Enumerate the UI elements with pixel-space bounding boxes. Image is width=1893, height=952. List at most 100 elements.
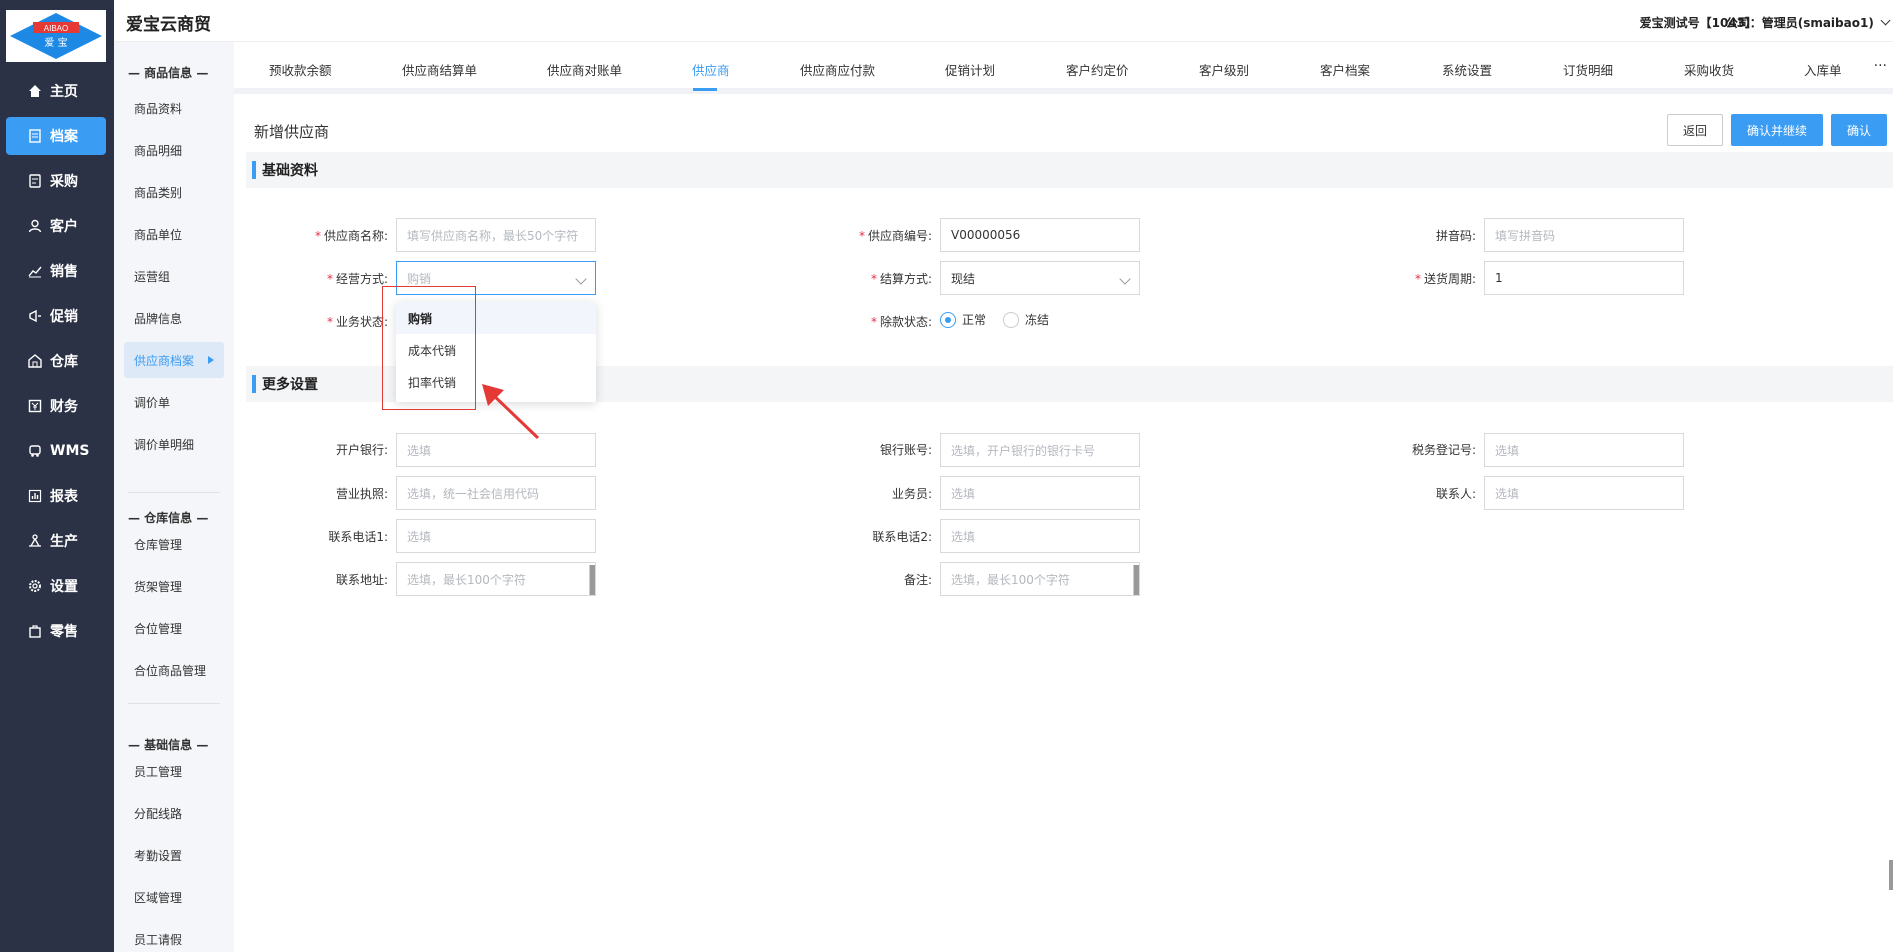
sub-nav-item[interactable]: 合位管理 (124, 610, 224, 646)
main-nav-item-11[interactable]: 设置 (6, 567, 106, 605)
confirm-continue-button[interactable]: 确认并继续 (1731, 114, 1823, 146)
logo-text-top: AIBAO (44, 24, 68, 33)
payment-status-normal-radio[interactable]: 正常 (940, 311, 986, 328)
main-nav: AIBAO 爱 宝 主页 档案 采购 客户 销售 促销 仓库 财务 WMS 报表 生产 设置 零售 (0, 0, 114, 952)
tab-8[interactable]: 客户档案 (1320, 60, 1370, 79)
sub-nav-item[interactable]: 区域管理 (124, 879, 224, 915)
tab-4[interactable]: 供应商应付款 (800, 60, 875, 79)
tab-0[interactable]: 预收款余额 (269, 60, 332, 79)
tab-1[interactable]: 供应商结算单 (402, 60, 477, 79)
finance-icon (28, 399, 42, 413)
main-nav-item-1[interactable]: 档案 (6, 117, 106, 155)
settlement-select[interactable]: 现结 (940, 261, 1140, 295)
main-nav-label: 报表 (50, 489, 78, 505)
supplier-code-label: * 供应商编号: (858, 229, 932, 243)
tax-id-input[interactable]: 选填 (1484, 433, 1684, 467)
sub-nav-item[interactable]: 分配线路 (124, 795, 224, 831)
app-title: 爱宝云商贸 (126, 15, 211, 35)
radio-unchecked-icon (1003, 311, 1019, 328)
main-nav-item-0[interactable]: 主页 (6, 72, 106, 110)
tab-3[interactable]: 供应商 (692, 60, 730, 79)
radio-checked-icon (940, 311, 956, 328)
salesman-input[interactable]: 选填 (940, 476, 1140, 510)
tab-11[interactable]: 采购收货 (1684, 60, 1734, 79)
sub-nav-item[interactable]: 商品资料 (124, 90, 224, 126)
main-nav-item-6[interactable]: 仓库 (6, 342, 106, 380)
sub-nav: — 商品信息 — 商品资料 商品明细 商品类别 商品单位 运营组 品牌信息 供应商档案 调价单… (114, 42, 234, 952)
tab-6[interactable]: 客户约定价 (1066, 60, 1129, 79)
phone1-input[interactable]: 选填 (396, 519, 596, 553)
sub-nav-item[interactable]: 货架管理 (124, 568, 224, 604)
main-nav-item-8[interactable]: WMS (6, 432, 106, 470)
scrollbar[interactable] (1889, 860, 1893, 890)
payment-status-label: * 除款状态: (870, 315, 932, 329)
main-nav-item-2[interactable]: 采购 (6, 162, 106, 200)
megaphone-icon (28, 309, 42, 323)
main-nav-item-4[interactable]: 销售 (6, 252, 106, 290)
supplier-code-input[interactable]: V00000056 (940, 218, 1140, 252)
tab-7[interactable]: 客户级别 (1199, 60, 1249, 79)
tab-2[interactable]: 供应商对账单 (547, 60, 622, 79)
phone2-input[interactable]: 选填 (940, 519, 1140, 553)
sub-nav-item[interactable]: 商品单位 (124, 216, 224, 252)
phone1-label: 联系电话1: (328, 530, 388, 544)
main-nav-label: 生产 (50, 534, 78, 550)
tab-5[interactable]: 促销计划 (945, 60, 995, 79)
sub-nav-item[interactable]: 合位商品管理 (124, 652, 224, 688)
resize-handle-icon[interactable] (1133, 565, 1139, 595)
main-nav-item-10[interactable]: 生产 (6, 522, 106, 560)
page-title: 新增供应商 (254, 123, 330, 141)
annotation-highlight-box (382, 286, 476, 410)
supplier-name-label: * 供应商名称: (314, 229, 388, 243)
payment-status-frozen-radio[interactable]: 冻结 (1003, 311, 1049, 328)
sub-nav-item[interactable]: 商品明细 (124, 132, 224, 168)
confirm-button[interactable]: 确认 (1831, 114, 1887, 146)
tab-active-indicator (693, 88, 717, 91)
tab-10[interactable]: 订货明细 (1563, 60, 1613, 79)
main-nav-label: 零售 (50, 624, 78, 640)
sub-nav-item[interactable]: 品牌信息 (124, 300, 224, 336)
sub-nav-item[interactable]: 供应商档案 (124, 342, 224, 378)
main-nav-item-3[interactable]: 客户 (6, 207, 106, 245)
tab-bar: 预收款余额 供应商结算单 供应商对账单 供应商 供应商应付款 促销计划 客户约定价 客户级别 客… (234, 42, 1893, 94)
sub-nav-item[interactable]: 员工请假 (124, 921, 224, 952)
main-nav-item-7[interactable]: 财务 (6, 387, 106, 425)
settlement-label: * 结算方式: (870, 272, 932, 286)
pinyin-input[interactable]: 填写拼音码 (1484, 218, 1684, 252)
tab-12[interactable]: 入库单 (1804, 60, 1842, 79)
truck-icon (28, 444, 42, 458)
sub-nav-item[interactable]: 调价单 (124, 384, 224, 420)
sub-nav-item[interactable]: 商品类别 (124, 174, 224, 210)
top-header: 爱宝云商贸 爱宝测试号【1043】 公司：管理员(smaibao1) (114, 0, 1893, 42)
main-nav-item-12[interactable]: 零售 (6, 612, 106, 650)
sub-nav-item[interactable]: 运营组 (124, 258, 224, 294)
sub-nav-item[interactable]: 考勤设置 (124, 837, 224, 873)
address-textarea[interactable]: 选填，最长100个字符 (396, 562, 596, 596)
bank-account-label: 银行账号: (879, 443, 932, 457)
license-input[interactable]: 选填，统一社会信用代码 (396, 476, 596, 510)
sub-nav-item[interactable]: 员工管理 (124, 753, 224, 789)
salesman-label: 业务员: (891, 487, 932, 501)
sub-nav-item[interactable]: 调价单明细 (124, 426, 224, 462)
archive-icon (28, 129, 42, 143)
section-more-title: 更多设置 (262, 377, 318, 393)
contact-input[interactable]: 选填 (1484, 476, 1684, 510)
supplier-name-input[interactable]: 填写供应商名称，最长50个字符 (396, 218, 596, 252)
more-tabs-icon[interactable]: ··· (1874, 58, 1887, 74)
remark-textarea[interactable]: 选填，最长100个字符 (940, 562, 1140, 596)
sub-nav-item[interactable]: 仓库管理 (124, 526, 224, 562)
main-nav-item-5[interactable]: 促销 (6, 297, 106, 335)
divider (128, 492, 220, 493)
delivery-cycle-input[interactable]: 1 (1484, 261, 1684, 295)
main-nav-label: 仓库 (50, 354, 78, 370)
resize-handle-icon[interactable] (589, 565, 595, 595)
main-nav-item-9[interactable]: 报表 (6, 477, 106, 515)
chart-line-icon (28, 264, 42, 278)
back-button[interactable]: 返回 (1667, 114, 1723, 146)
bank-account-input[interactable]: 选填，开户银行的银行卡号 (940, 433, 1140, 467)
business-mode-label: * 经营方式: (326, 272, 388, 286)
tab-9[interactable]: 系统设置 (1442, 60, 1492, 79)
company-user: 公司：管理员(smaibao1) (1725, 16, 1874, 30)
company-user-menu[interactable]: 公司：管理员(smaibao1) (1725, 14, 1891, 31)
business-status-label: * 业务状态: (326, 315, 388, 329)
